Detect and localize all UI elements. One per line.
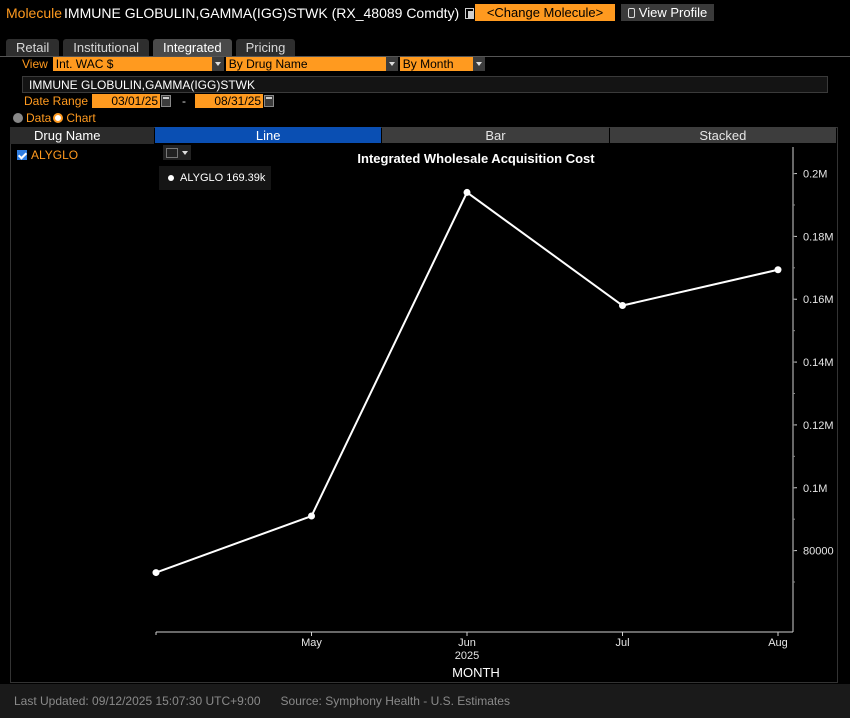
chart-panel [10, 127, 838, 683]
status-bar: Last Updated: 09/12/2025 15:07:30 UTC+9:… [0, 684, 850, 718]
copy-icon[interactable] [465, 7, 475, 19]
view-dropdown-value: Int. WAC $ [55, 57, 114, 71]
date-separator: - [182, 94, 187, 108]
molecule-search-input[interactable]: IMMUNE GLOBULIN,GAMMA(IGG)STWK [22, 76, 828, 93]
chevron-down-icon [385, 57, 398, 71]
chart-legend: ALYGLO 169.39k [159, 166, 271, 190]
source-text: Source: Symphony Health - U.S. Estimates [280, 694, 510, 708]
data-radio[interactable] [13, 113, 23, 123]
change-molecule-button[interactable]: <Change Molecule> [475, 4, 615, 21]
profile-icon [627, 7, 635, 18]
tab-retail[interactable]: Retail [6, 39, 60, 56]
chevron-down-icon [472, 57, 485, 71]
date-range-label: Date Range [24, 94, 89, 108]
view-dropdown[interactable]: Int. WAC $ [52, 57, 224, 71]
view-label: View [22, 57, 48, 71]
chart-type-tabs: Line Bar Stacked [155, 127, 836, 143]
main-tabs: Retail Institutional Integrated Pricing [6, 39, 296, 56]
chart-type-selector[interactable] [163, 145, 191, 160]
checkbox-icon[interactable] [17, 150, 27, 160]
start-date-field[interactable]: 03/01/25 [92, 94, 161, 108]
drug-item-label: ALYGLO [31, 148, 79, 162]
group-dropdown-value: By Drug Name [228, 57, 308, 71]
end-date-value: 08/31/25 [214, 94, 262, 108]
chevron-down-icon [211, 57, 224, 71]
tab-bar[interactable]: Bar [382, 127, 609, 143]
last-updated-text: Last Updated: 09/12/2025 15:07:30 UTC+9:… [14, 694, 261, 708]
tab-institutional[interactable]: Institutional [63, 39, 150, 56]
calendar-icon[interactable] [161, 95, 172, 107]
date-range-controls: Date Range 03/01/25 - 08/31/25 [24, 94, 275, 108]
data-radio-label[interactable]: Data [26, 111, 51, 125]
view-mode-radios: Data Chart [13, 111, 96, 125]
view-profile-label: View Profile [638, 5, 708, 20]
tab-pricing[interactable]: Pricing [235, 39, 296, 56]
drug-name-column-header[interactable]: Drug Name [10, 127, 154, 144]
tab-line[interactable]: Line [155, 127, 382, 143]
tab-integrated[interactable]: Integrated [153, 39, 232, 56]
period-dropdown[interactable]: By Month [399, 57, 485, 71]
title-bar: Molecule IMMUNE GLOBULIN,GAMMA(IGG)STWK … [0, 0, 850, 26]
view-profile-button[interactable]: View Profile [621, 4, 714, 21]
end-date-field[interactable]: 08/31/25 [195, 94, 264, 108]
calendar-icon[interactable] [264, 95, 275, 107]
molecule-search-value: IMMUNE GLOBULIN,GAMMA(IGG)STWK [29, 77, 256, 92]
chart-radio[interactable] [53, 113, 64, 123]
view-controls: View Int. WAC $ By Drug Name By Month [22, 57, 485, 71]
molecule-title: IMMUNE GLOBULIN,GAMMA(IGG)STWK (RX_48089… [64, 5, 460, 21]
line-chart-icon [166, 147, 178, 158]
drug-list-item[interactable]: ALYGLO [17, 148, 78, 162]
molecule-label: Molecule [6, 5, 63, 21]
tab-stacked[interactable]: Stacked [609, 127, 836, 143]
legend-text: ALYGLO 169.39k [180, 172, 266, 184]
group-dropdown[interactable]: By Drug Name [225, 57, 398, 71]
chart-radio-label[interactable]: Chart [66, 111, 95, 125]
start-date-value: 03/01/25 [111, 94, 159, 108]
period-dropdown-value: By Month [402, 57, 454, 71]
legend-marker [168, 175, 174, 181]
chevron-down-icon [182, 150, 188, 155]
